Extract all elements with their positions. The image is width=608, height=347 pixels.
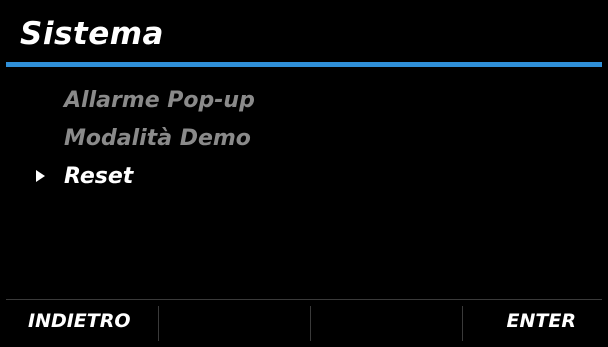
header-divider: [6, 62, 602, 67]
device-screen: Sistema Allarme Pop-up Modalità Demo Res…: [6, 6, 602, 341]
menu-item-label: Allarme Pop-up: [64, 88, 255, 113]
menu-item-label: Reset: [64, 164, 134, 189]
softkey-bar: INDIETRO ENTER: [6, 299, 602, 341]
softkey-3-button[interactable]: [310, 300, 462, 341]
menu-item-label: Modalità Demo: [64, 126, 251, 151]
page-title: Sistema: [20, 16, 164, 52]
menu-item-modalita-demo[interactable]: Modalità Demo: [6, 122, 602, 160]
softkey-enter-button[interactable]: ENTER: [462, 300, 602, 341]
menu-item-reset[interactable]: Reset: [6, 160, 602, 198]
screen-header: Sistema: [6, 6, 602, 62]
menu-item-allarme-popup[interactable]: Allarme Pop-up: [6, 84, 602, 122]
triangle-right-icon: [36, 170, 45, 182]
softkey-2-button[interactable]: [158, 300, 310, 341]
softkey-back-button[interactable]: INDIETRO: [6, 300, 158, 341]
